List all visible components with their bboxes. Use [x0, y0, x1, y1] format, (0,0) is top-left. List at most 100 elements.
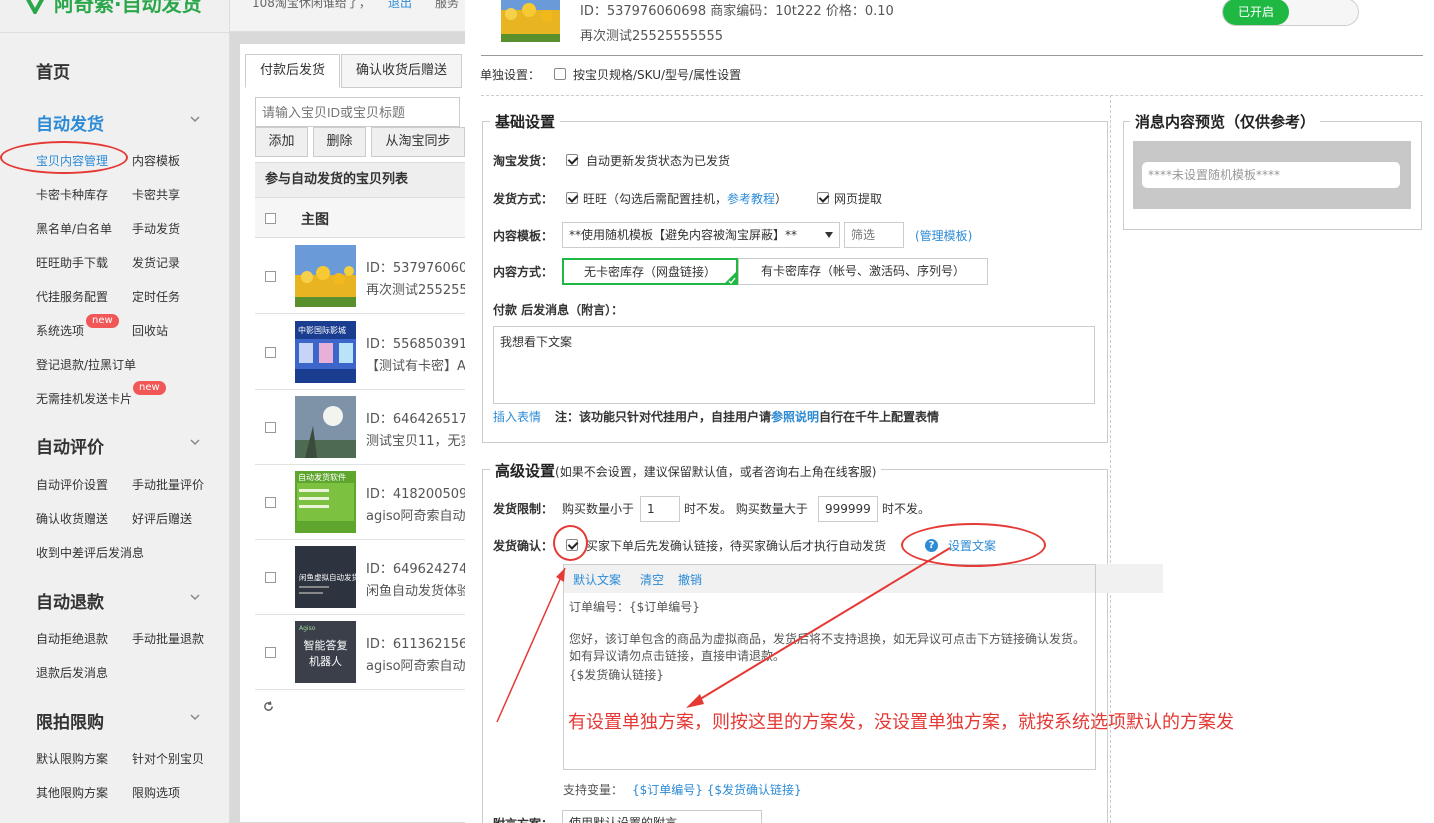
confirm-text-editor[interactable]: 订单编号：{$订单编号} 您好，该订单包含的商品为虚拟商品，发货后将不支持退换，… [563, 564, 1096, 770]
tab-after-receipt[interactable]: 确认收货后赠送 [341, 54, 463, 88]
table-row[interactable]: 自动发货软件 ID：4182005091 agiso阿奇索自动发 [255, 465, 465, 540]
confirm-text: 买家下单后先发确认链接，待买家确认后才执行自动发货 [586, 539, 887, 553]
sidebar-item-receipt-gift[interactable]: 确认收货赠送 [36, 510, 108, 527]
table-row[interactable]: ID：6464265173 测试宝贝11，无实 [255, 390, 465, 465]
table-row[interactable]: 闲鱼虚拟自动发货 ID：6496242743 闲鱼自动发货体验链 [255, 540, 465, 615]
item-settings-panel: ID：537976060698 商家编码：10t222 价格：0.10 再次测试… [465, 0, 1434, 823]
new-badge: new [86, 314, 119, 328]
section-auto-ship[interactable]: 自动发货 [36, 110, 104, 135]
sidebar-item-bad-review-message[interactable]: 收到中差评后发消息 [36, 544, 144, 561]
section-purchase-limit[interactable]: 限拍限购 [36, 708, 104, 733]
emoji-help-link[interactable]: 参照说明 [771, 410, 819, 424]
message-label: 付款 后发消息（附言）： [493, 303, 624, 317]
sidebar-item-limit-options[interactable]: 限购选项 [132, 784, 180, 801]
sidebar-item-batch-refund[interactable]: 手动批量退款 [132, 630, 204, 647]
sidebar-item-ship-records[interactable]: 发货记录 [132, 254, 180, 271]
item-search-input[interactable] [255, 97, 460, 127]
item-id-line: ID：537976060698 商家编码：10t222 价格：0.10 [580, 4, 894, 19]
logo-text: 阿奇索·自动发货 [54, 0, 202, 16]
limit-min-input[interactable]: 1 [640, 496, 680, 522]
logo-icon [26, 0, 44, 14]
limit-text-less: 购买数量小于 [562, 502, 635, 516]
svg-text:闲鱼虚拟自动发货: 闲鱼虚拟自动发货 [299, 572, 356, 582]
service-link[interactable]: 服务 [435, 0, 459, 11]
greeting-text: 108淘宝休闲谁给了， [252, 0, 371, 10]
sidebar-item-card-stock[interactable]: 卡密卡种库存 [36, 186, 108, 203]
limit-max-input[interactable]: 999999 [818, 496, 878, 522]
sidebar-item-blacklist[interactable]: 黑名单/白名单 [36, 220, 112, 237]
single-setting-checkbox[interactable] [554, 68, 566, 80]
chevron-down-icon[interactable] [190, 712, 200, 722]
sidebar-item-refund-message[interactable]: 退款后发消息 [36, 664, 108, 681]
row-checkbox[interactable] [265, 422, 276, 433]
chevron-down-icon[interactable] [190, 437, 200, 447]
sidebar-item-proxy-service[interactable]: 代挂服务配置 [36, 288, 108, 305]
content-type-with-card[interactable]: 有卡密库存（帐号、激活码、序列号） [738, 258, 988, 285]
table-row[interactable]: 中影国际影城 ID：5568503918 【测试有卡密】A0 [255, 315, 465, 390]
row-checkbox[interactable] [265, 572, 276, 583]
sync-taobao-button[interactable]: 从淘宝同步 [371, 127, 465, 157]
sidebar-item-content-template[interactable]: 内容模板 [132, 152, 180, 169]
row-item-id: ID：6113621567 [366, 637, 465, 652]
manage-template-link[interactable]: (管理模板) [915, 227, 972, 244]
section-auto-refund[interactable]: 自动退款 [36, 588, 104, 613]
sidebar-item-refund-blacklist[interactable]: 登记退款/拉黑订单 [36, 356, 136, 373]
ship-wangwang-checkbox[interactable] [566, 192, 578, 204]
taobao-ship-checkbox[interactable] [566, 154, 578, 166]
sidebar-item-good-review-gift[interactable]: 好评后赠送 [132, 510, 192, 527]
template-select[interactable]: **使用随机模板【避免内容被淘宝屏蔽】** [562, 222, 840, 248]
enable-toggle[interactable]: 已开启 [1222, 0, 1359, 26]
logout-link[interactable]: 退出 [388, 0, 412, 11]
section-auto-review[interactable]: 自动评价 [36, 433, 104, 458]
row-checkbox[interactable] [265, 271, 276, 282]
add-button[interactable]: 添加 [255, 127, 308, 157]
content-type-no-card[interactable]: 无卡密库存（网盘链接） [562, 258, 738, 285]
tab-after-payment[interactable]: 付款后发货 [245, 54, 341, 88]
basic-settings-legend: 基础设置 [490, 111, 561, 132]
sidebar-item-wangwang-download[interactable]: 旺旺助手下载 [36, 254, 108, 271]
attach-label: 附言方案： [493, 815, 553, 823]
preview-message: ****未设置随机模板**** [1142, 162, 1400, 188]
list-footer [255, 690, 465, 722]
row-checkbox[interactable] [265, 497, 276, 508]
sidebar: 阿奇索·自动发货 首页 自动发货 宝贝内容管理 内容模板 卡密卡种库存 卡密共享… [0, 0, 230, 823]
product-thumbnail [295, 396, 356, 458]
row-item-title: 闲鱼自动发货体验链 [366, 584, 465, 599]
app-logo[interactable]: 阿奇索·自动发货 [22, 0, 202, 17]
wangwang-tutorial-link[interactable]: 参考教程 [727, 192, 775, 206]
refresh-icon[interactable] [263, 701, 274, 712]
sidebar-item-auto-reject-refund[interactable]: 自动拒绝退款 [36, 630, 108, 647]
sidebar-item-scheduled-tasks[interactable]: 定时任务 [132, 288, 180, 305]
sidebar-item-default-limit[interactable]: 默认限购方案 [36, 750, 108, 767]
sidebar-home[interactable]: 首页 [36, 58, 70, 83]
dropdown-arrow-icon [825, 232, 833, 238]
sidebar-item-batch-review[interactable]: 手动批量评价 [132, 476, 204, 493]
variables-list[interactable]: {$订单编号} {$发货确认链接} [632, 781, 802, 798]
table-row[interactable]: ID：5379760606 再次测试2552555 [255, 239, 465, 314]
chevron-down-icon[interactable] [190, 592, 200, 602]
row-checkbox[interactable] [265, 347, 276, 358]
ship-web-checkbox[interactable] [817, 192, 829, 204]
taobao-ship-option: 自动更新发货状态为已发货 [586, 154, 731, 168]
row-checkbox[interactable] [265, 647, 276, 658]
sidebar-item-system-options[interactable]: 系统选项 [36, 322, 84, 339]
chevron-down-icon[interactable] [190, 114, 200, 124]
sidebar-item-no-hang-card[interactable]: 无需挂机发送卡片 [36, 390, 132, 407]
insert-emoji-link[interactable]: 插入表情 [493, 408, 541, 425]
template-filter-input[interactable] [844, 222, 904, 248]
sidebar-item-specific-items[interactable]: 针对个别宝贝 [132, 750, 204, 767]
list-title: 参与自动发货的宝贝列表 [255, 162, 465, 198]
item-list-panel: 108淘宝休闲谁给了， 退出 服务 付款后发货 确认收货后赠送 添加 删除 从淘… [230, 0, 465, 823]
limit-label: 发货限制： [493, 502, 554, 516]
attach-select[interactable]: 使用默认设置的附言 [562, 810, 762, 823]
message-textarea[interactable]: 我想看下文案 [493, 326, 1095, 404]
sidebar-item-recycle-bin[interactable]: 回收站 [132, 322, 168, 339]
select-all-checkbox[interactable] [265, 213, 276, 224]
sidebar-item-card-share[interactable]: 卡密共享 [132, 186, 180, 203]
delete-button[interactable]: 删除 [313, 127, 366, 157]
sidebar-item-manual-ship[interactable]: 手动发货 [132, 220, 180, 237]
row-item-id: ID：5379760606 [366, 261, 465, 276]
sidebar-item-other-limits[interactable]: 其他限购方案 [36, 784, 108, 801]
table-row[interactable]: Agiso 智能答复 机器人 ID：6113621567 agiso阿奇索自动答 [255, 615, 465, 690]
sidebar-item-auto-review-settings[interactable]: 自动评价设置 [36, 476, 108, 493]
